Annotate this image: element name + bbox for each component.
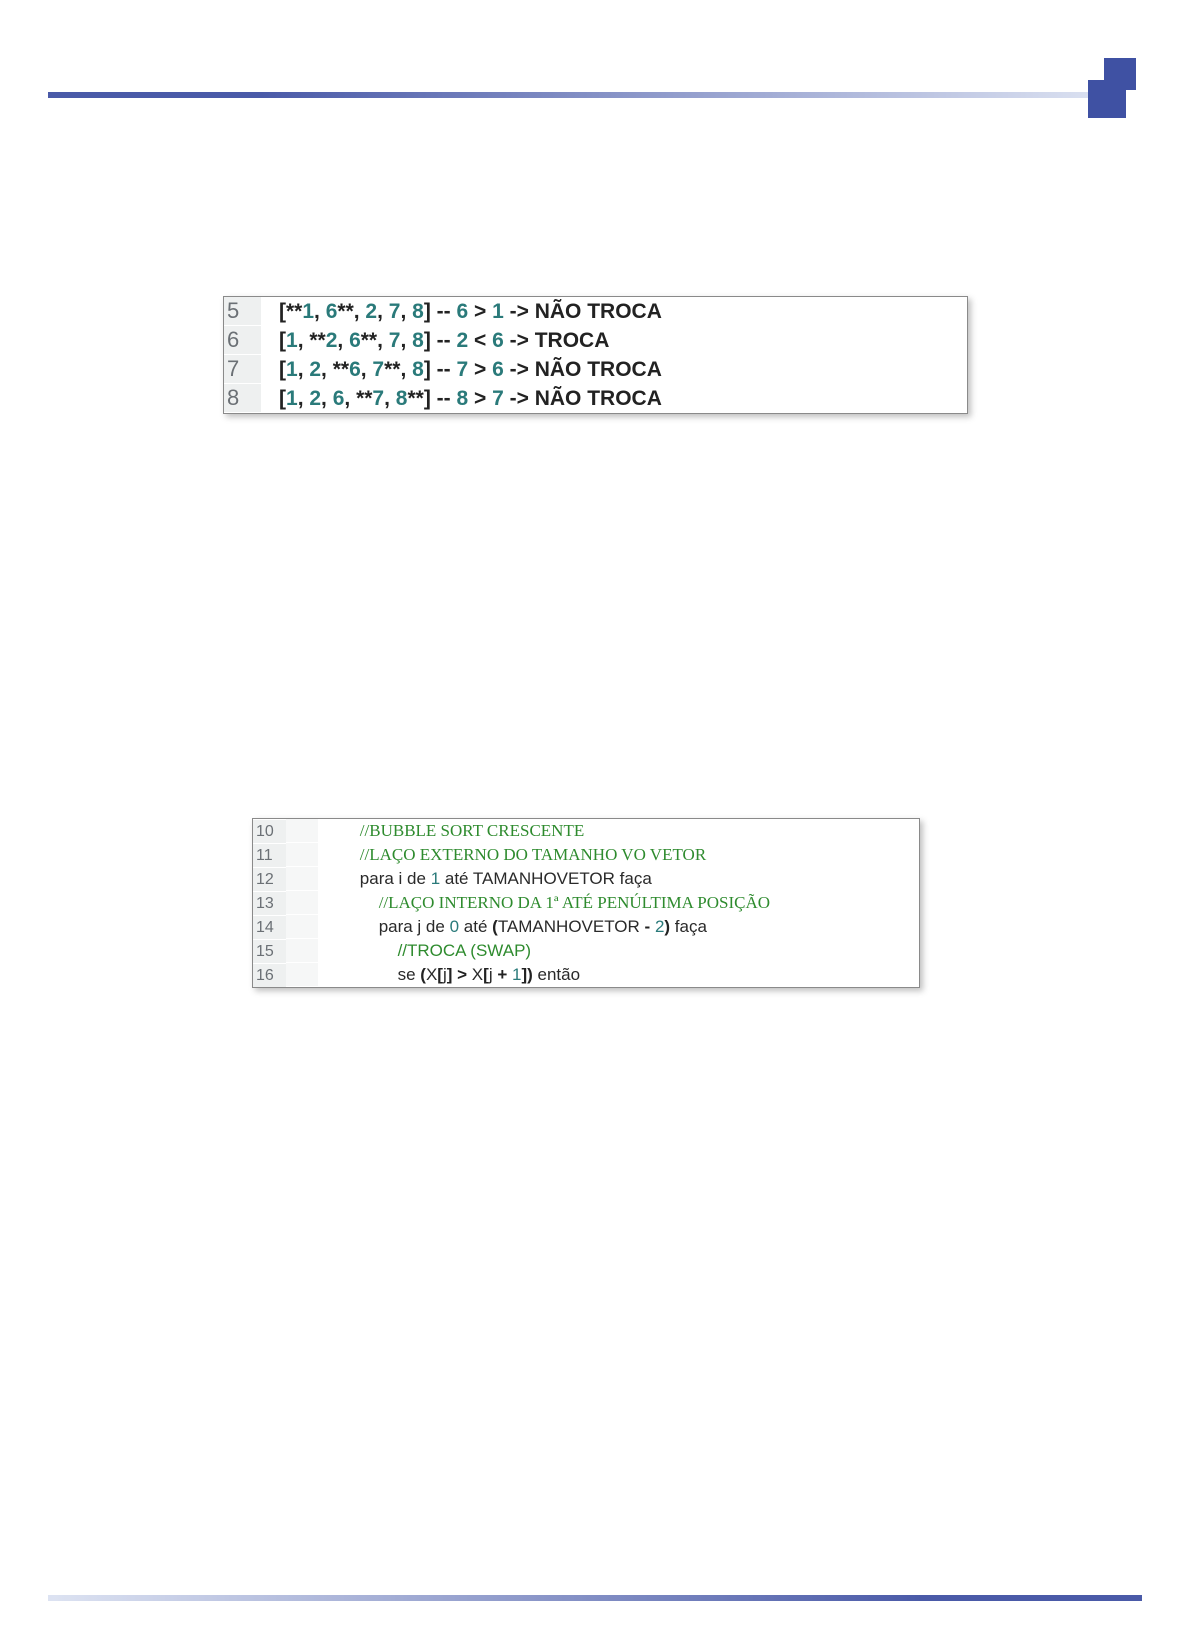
line-number: 5 [224, 297, 261, 325]
code-content: //TROCA (SWAP) [318, 939, 919, 962]
line-number: 14 [253, 916, 286, 939]
code-content: [1, 2, 6, **7, 8**] -- 8 > 7 -> NÃO TROC… [261, 385, 967, 413]
code-line: 5[**1, 6**, 2, 7, 8] -- 6 > 1 -> NÃO TRO… [224, 297, 967, 326]
fold-gutter [286, 891, 318, 914]
code-line: 13 //LAÇO INTERNO DA 1ª ATÉ PENÚLTIMA PO… [253, 891, 919, 915]
code-line: 16 se (X[j] > X[j + 1]) então [253, 963, 919, 987]
line-number: 11 [253, 844, 286, 867]
algorithm-code-block: 10 //BUBBLE SORT CRESCENTE11 //LAÇO EXTE… [252, 818, 920, 988]
line-number: 16 [253, 964, 286, 987]
fold-gutter [286, 843, 318, 866]
page-logo [1080, 58, 1142, 120]
code-content: //BUBBLE SORT CRESCENTE [318, 819, 919, 842]
fold-gutter [286, 939, 318, 962]
line-number: 8 [224, 384, 261, 412]
fold-gutter [286, 915, 318, 938]
code-content: se (X[j] > X[j + 1]) então [318, 963, 919, 986]
code-line: 7[1, 2, **6, 7**, 8] -- 7 > 6 -> NÃO TRO… [224, 355, 967, 384]
code-content: para i de 1 até TAMANHOVETOR faça [318, 867, 919, 890]
code-content: //LAÇO INTERNO DA 1ª ATÉ PENÚLTIMA POSIÇ… [318, 891, 919, 914]
code-line: 8[1, 2, 6, **7, 8**] -- 8 > 7 -> NÃO TRO… [224, 384, 967, 413]
header-divider [48, 92, 1110, 98]
fold-gutter [286, 819, 318, 842]
code-line: 14 para j de 0 até (TAMANHOVETOR - 2) fa… [253, 915, 919, 939]
code-content: [1, 2, **6, 7**, 8] -- 7 > 6 -> NÃO TROC… [261, 356, 967, 384]
code-line: 15 //TROCA (SWAP) [253, 939, 919, 963]
trace-code-block: 5[**1, 6**, 2, 7, 8] -- 6 > 1 -> NÃO TRO… [223, 296, 968, 414]
line-number: 10 [253, 820, 286, 843]
code-line: 11 //LAÇO EXTERNO DO TAMANHO VO VETOR [253, 843, 919, 867]
line-number: 15 [253, 940, 286, 963]
line-number: 13 [253, 892, 286, 915]
code-line: 6[1, **2, 6**, 7, 8] -- 2 < 6 -> TROCA [224, 326, 967, 355]
code-content: //LAÇO EXTERNO DO TAMANHO VO VETOR [318, 843, 919, 866]
code-line: 12 para i de 1 até TAMANHOVETOR faça [253, 867, 919, 891]
line-number: 6 [224, 326, 261, 354]
code-content: para j de 0 até (TAMANHOVETOR - 2) faça [318, 915, 919, 938]
code-content: [**1, 6**, 2, 7, 8] -- 6 > 1 -> NÃO TROC… [261, 298, 967, 326]
footer-divider [48, 1595, 1142, 1601]
line-number: 12 [253, 868, 286, 891]
code-content: [1, **2, 6**, 7, 8] -- 2 < 6 -> TROCA [261, 327, 967, 355]
fold-gutter [286, 867, 318, 890]
line-number: 7 [224, 355, 261, 383]
code-line: 10 //BUBBLE SORT CRESCENTE [253, 819, 919, 843]
fold-gutter [286, 963, 318, 986]
